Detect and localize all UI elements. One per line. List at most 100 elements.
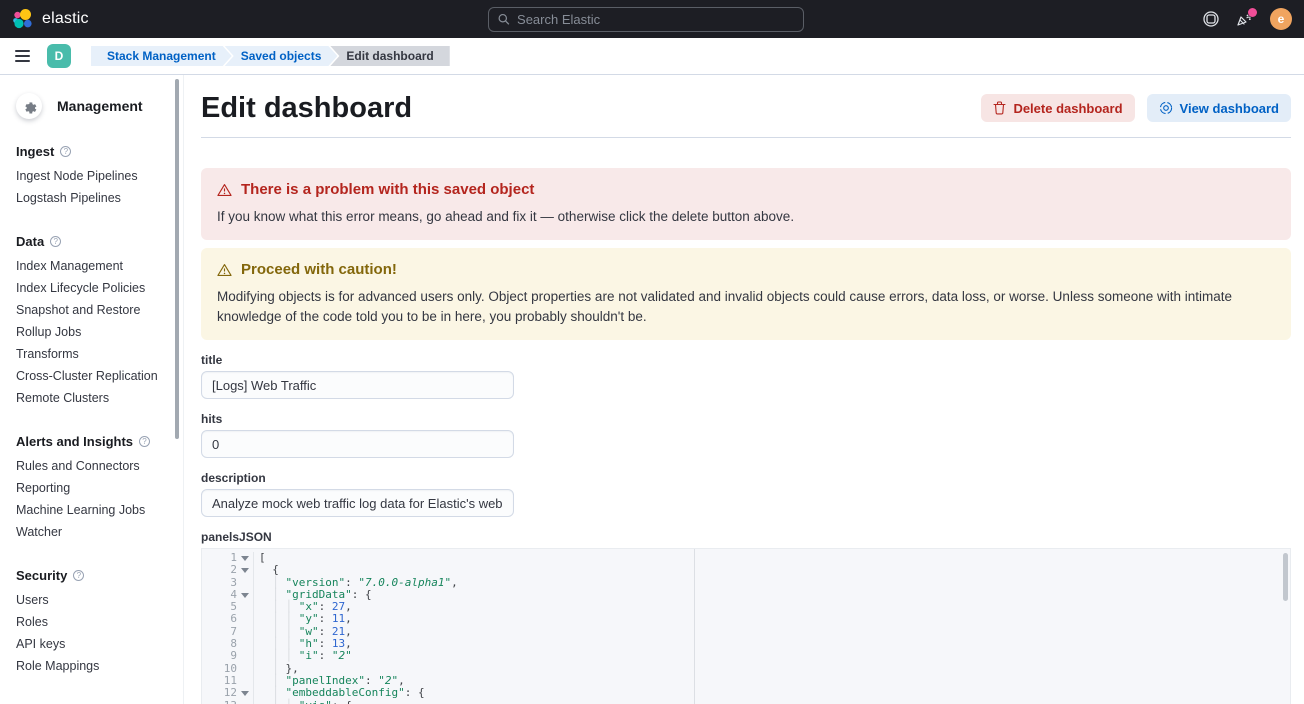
line-number: 2 [202, 564, 254, 576]
top-navigation-bar: elastic e [0, 0, 1304, 38]
warning-callout-title: Proceed with caution! [241, 261, 397, 278]
menu-icon[interactable] [9, 43, 35, 69]
error-callout-body: If you know what this error means, go ah… [217, 207, 1275, 227]
search-icon [498, 13, 510, 26]
line-number: 5 [202, 601, 254, 613]
elastic-home-link[interactable]: elastic [12, 8, 89, 30]
sidebar-title: Management [57, 98, 143, 114]
description-field-row: description [201, 471, 1291, 517]
warning-callout-body: Modifying objects is for advanced users … [217, 287, 1275, 327]
panels-json-label: panelsJSON [201, 530, 1291, 544]
sidebar-item-api-keys[interactable]: API keys [16, 633, 170, 655]
breadcrumb-saved-objects[interactable]: Saved objects [225, 46, 338, 66]
sidebar-item-snapshot-and-restore[interactable]: Snapshot and Restore [16, 299, 170, 321]
hits-field-row: hits [201, 412, 1291, 458]
line-number: 1 [202, 552, 254, 564]
help-icon: ? [50, 236, 61, 247]
sidebar-item-role-mappings[interactable]: Role Mappings [16, 655, 170, 677]
line-number: 9 [202, 650, 254, 662]
fold-arrow-icon[interactable] [241, 556, 249, 561]
sidebar-section-data: Data? [16, 234, 170, 249]
title-field-row: title [201, 353, 1291, 399]
deployment-icon [1203, 11, 1219, 27]
page-header: Edit dashboard Delete dashboard View das… [201, 91, 1291, 138]
search-input[interactable] [517, 12, 794, 27]
warning-icon [217, 183, 232, 197]
hits-field[interactable] [201, 430, 514, 458]
code-line: 12 │ "embeddableConfig": { [202, 687, 1290, 699]
code-line: 6 │ │ "y": 11, [202, 613, 1290, 625]
description-field-label: description [201, 471, 1291, 485]
error-callout: There is a problem with this saved objec… [201, 168, 1291, 240]
help-icon: ? [139, 436, 150, 447]
code-line: 4 │ "gridData": { [202, 589, 1290, 601]
code-line: 9 │ │ "i": "2" [202, 650, 1290, 662]
brand-name: elastic [42, 10, 89, 28]
sidebar-item-logstash-pipelines[interactable]: Logstash Pipelines [16, 187, 170, 209]
code-line: 5 │ │ "x": 27, [202, 601, 1290, 613]
view-dashboard-button[interactable]: View dashboard [1147, 94, 1291, 122]
code-line: 8 │ │ "h": 13, [202, 638, 1290, 650]
eye-icon [1159, 101, 1173, 115]
sidebar-item-cross-cluster-replication[interactable]: Cross-Cluster Replication [16, 365, 170, 387]
breadcrumb: Stack ManagementSaved objectsEdit dashbo… [91, 46, 450, 66]
page-title: Edit dashboard [201, 91, 412, 125]
management-sidebar: Management Ingest? Ingest Node PipelinesL… [0, 75, 184, 704]
sidebar-section-security: Security? [16, 568, 170, 583]
breadcrumb-stack-management[interactable]: Stack Management [91, 46, 232, 66]
description-field[interactable] [201, 489, 514, 517]
line-number: 13 [202, 700, 254, 704]
line-number: 3 [202, 577, 254, 589]
line-number: 6 [202, 613, 254, 625]
sidebar-item-users[interactable]: Users [16, 589, 170, 611]
sidebar-header: Management [16, 93, 170, 119]
warning-icon [217, 263, 232, 277]
line-number: 4 [202, 589, 254, 601]
sidebar-item-transforms[interactable]: Transforms [16, 343, 170, 365]
sidebar-item-rules-and-connectors[interactable]: Rules and Connectors [16, 455, 170, 477]
delete-dashboard-button[interactable]: Delete dashboard [981, 94, 1134, 122]
title-field[interactable] [201, 371, 514, 399]
code-line: 7 │ │ "w": 21, [202, 626, 1290, 638]
space-badge[interactable]: D [47, 44, 71, 68]
global-search-area [99, 7, 1193, 32]
line-number: 8 [202, 638, 254, 650]
fold-arrow-icon[interactable] [241, 593, 249, 598]
topbar-actions: e [1203, 8, 1292, 30]
line-number: 12 [202, 687, 254, 699]
trash-icon [993, 101, 1006, 115]
sidebar-item-ingest-node-pipelines[interactable]: Ingest Node Pipelines [16, 165, 170, 187]
editor-scrollbar[interactable] [1283, 553, 1288, 601]
code-line: 1[ [202, 552, 1290, 564]
fold-arrow-icon[interactable] [241, 691, 249, 696]
sidebar-item-remote-clusters[interactable]: Remote Clusters [16, 387, 170, 409]
breadcrumb-edit-dashboard[interactable]: Edit dashboard [330, 46, 449, 66]
sidebar-item-reporting[interactable]: Reporting [16, 477, 170, 499]
user-avatar[interactable]: e [1270, 8, 1292, 30]
deployment-button[interactable] [1203, 11, 1219, 27]
sidebar-item-machine-learning-jobs[interactable]: Machine Learning Jobs [16, 499, 170, 521]
sidebar-item-watcher[interactable]: Watcher [16, 521, 170, 543]
help-icon: ? [73, 570, 84, 581]
global-search-box[interactable] [488, 7, 804, 32]
hits-field-label: hits [201, 412, 1291, 426]
sidebar-scrollbar[interactable] [175, 79, 179, 439]
main-content: Edit dashboard Delete dashboard View das… [184, 75, 1304, 704]
newsfeed-button[interactable] [1236, 11, 1253, 28]
help-icon: ? [60, 146, 71, 157]
title-field-label: title [201, 353, 1291, 367]
notification-dot [1248, 8, 1257, 17]
sidebar-section-ingest: Ingest? [16, 144, 170, 159]
warning-callout: Proceed with caution! Modifying objects … [201, 248, 1291, 340]
sidebar-section-alerts-and-insights: Alerts and Insights? [16, 434, 170, 449]
sidebar-item-rollup-jobs[interactable]: Rollup Jobs [16, 321, 170, 343]
gear-icon [16, 93, 42, 119]
sidebar-item-index-lifecycle-policies[interactable]: Index Lifecycle Policies [16, 277, 170, 299]
line-number: 7 [202, 626, 254, 638]
fold-arrow-icon[interactable] [241, 568, 249, 573]
sidebar-item-roles[interactable]: Roles [16, 611, 170, 633]
panels-json-editor[interactable]: 1[2 {3 │ "version": "7.0.0-alpha1",4 │ "… [201, 548, 1291, 704]
sidebar-item-index-management[interactable]: Index Management [16, 255, 170, 277]
elastic-logo-icon [12, 8, 34, 30]
panels-json-row: panelsJSON 1[2 {3 │ "version": "7.0.0-al… [201, 530, 1291, 704]
